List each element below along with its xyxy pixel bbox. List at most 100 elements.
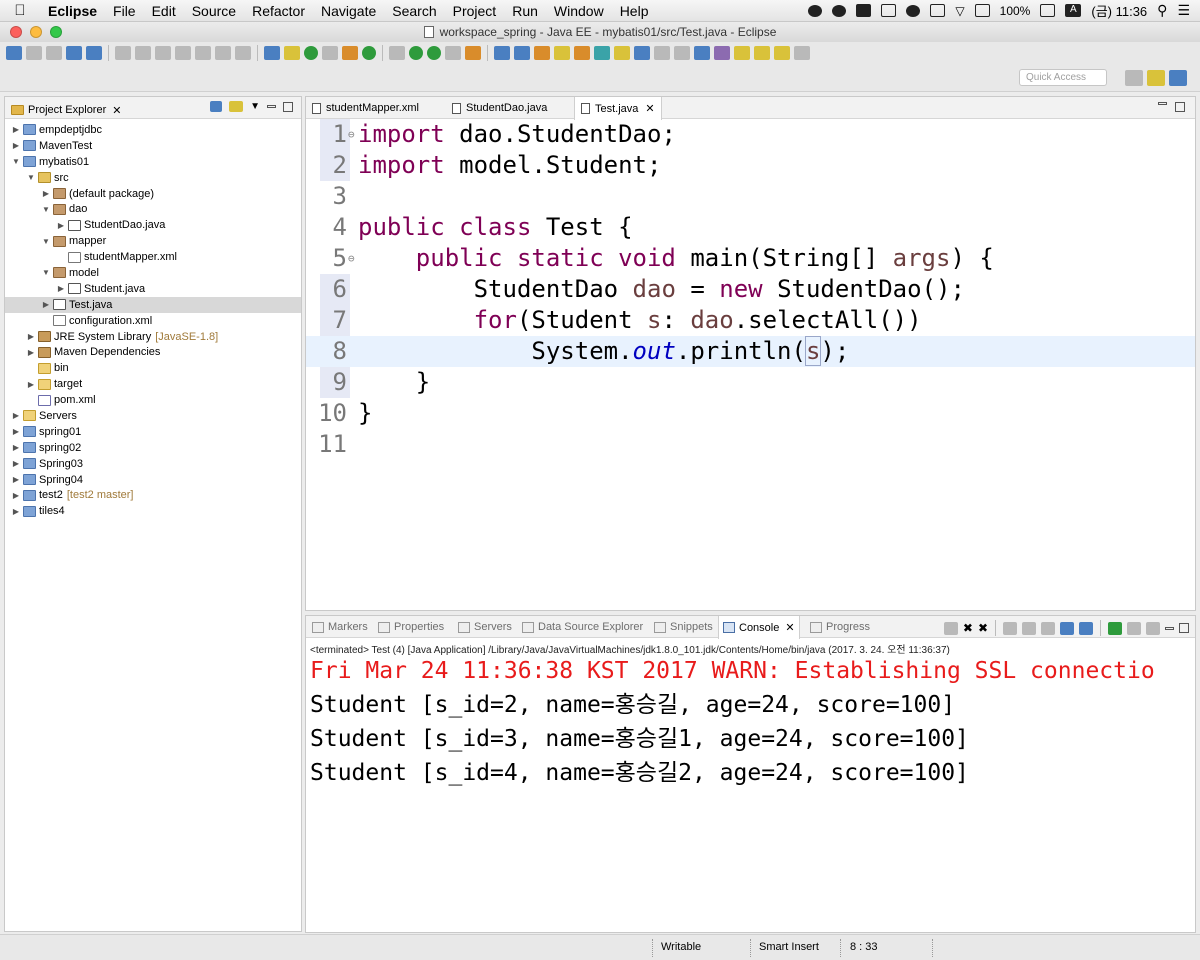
tree-item[interactable]: ▶ spring02	[5, 440, 301, 456]
tree-item[interactable]: studentMapper.xml	[5, 249, 301, 265]
battery-icon[interactable]	[1040, 4, 1056, 17]
tree-item[interactable]: ▶ Spring03	[5, 456, 301, 472]
collapsed-arrow-icon[interactable]: ▶	[11, 125, 21, 134]
tree-item[interactable]: ▶ Test.java	[5, 296, 301, 313]
tasks-icon[interactable]	[714, 46, 730, 60]
d-icon[interactable]	[881, 4, 897, 17]
tree-item[interactable]: ▼ dao	[5, 201, 301, 217]
java-ee-perspective-icon[interactable]	[1147, 70, 1165, 86]
tree-item[interactable]: ▶ Spring04	[5, 472, 301, 488]
collapsed-arrow-icon[interactable]: ▶	[56, 221, 66, 230]
tab-studentmapper-xml[interactable]: studentMapper.xml	[306, 97, 425, 119]
collapsed-arrow-icon[interactable]: ▶	[11, 507, 21, 516]
clear-console-icon[interactable]	[1003, 621, 1017, 635]
tree-item[interactable]: pom.xml	[5, 392, 301, 408]
tree-item[interactable]: ▶ spring01	[5, 424, 301, 440]
minimize-console-icon[interactable]	[1165, 626, 1174, 630]
skip-breakpoints-icon[interactable]	[86, 46, 102, 60]
cloud-icon[interactable]	[906, 4, 921, 17]
tree-item[interactable]: ▶ tiles4	[5, 503, 301, 519]
code-area[interactable]: 1 ⊖ import dao.StudentDao; 2 import model…	[306, 119, 1195, 610]
menu-refactor[interactable]: Refactor	[244, 3, 313, 19]
new-java-project-icon[interactable]	[494, 46, 510, 60]
step-over-icon[interactable]	[215, 46, 231, 60]
menu-window[interactable]: Window	[546, 3, 612, 19]
menu-edit[interactable]: Edit	[144, 3, 184, 19]
window-icon[interactable]	[930, 4, 946, 17]
menu-file[interactable]: File	[105, 3, 144, 19]
collapse-all-icon[interactable]	[210, 101, 223, 112]
suspend-icon[interactable]	[135, 46, 151, 60]
java-perspective-icon[interactable]	[1169, 70, 1187, 86]
open-console-icon[interactable]	[1146, 621, 1160, 635]
server-start-icon[interactable]	[304, 46, 318, 60]
open-folder-icon[interactable]	[534, 46, 550, 60]
chat-icon[interactable]	[832, 4, 847, 17]
build-icon[interactable]	[342, 46, 358, 60]
collapsed-arrow-icon[interactable]: ▶	[26, 348, 36, 357]
airplay-icon[interactable]	[974, 4, 990, 17]
apple-menu-icon[interactable]: 	[0, 2, 40, 19]
run-external-icon[interactable]	[465, 46, 481, 60]
expanded-arrow-icon[interactable]: ▼	[41, 205, 51, 214]
tree-item[interactable]: ▶ Servers	[5, 408, 301, 424]
pin-icon[interactable]	[594, 46, 610, 60]
tab-progress[interactable]: Progress	[806, 616, 874, 638]
forward-icon[interactable]	[794, 46, 810, 60]
tree-item[interactable]: ▼ model	[5, 265, 301, 281]
tree-item[interactable]: ▼ mybatis01	[5, 154, 301, 170]
tab-snippets[interactable]: Snippets	[650, 616, 717, 638]
new-icon[interactable]	[6, 46, 22, 60]
block-selection-icon[interactable]	[634, 46, 650, 60]
input-source-icon[interactable]: A	[1065, 4, 1082, 17]
spotlight-icon[interactable]: ⚲	[1157, 2, 1167, 19]
external-tools-icon[interactable]	[389, 46, 405, 60]
tree-item[interactable]: ▶ target	[5, 376, 301, 392]
minimize-window-button[interactable]	[30, 26, 42, 38]
show-whitespace-icon[interactable]	[654, 46, 670, 60]
collapsed-arrow-icon[interactable]: ▶	[11, 459, 21, 468]
close-tab-icon[interactable]: ✕	[645, 102, 654, 115]
debug-view-icon[interactable]	[66, 46, 82, 60]
pin-console-icon[interactable]	[1108, 621, 1122, 635]
menu-bar-clock[interactable]: (금) 11:36	[1091, 1, 1147, 20]
tree-item[interactable]: ▶ MavenTest	[5, 138, 301, 154]
show-stdout-icon[interactable]	[1060, 621, 1074, 635]
tab-properties[interactable]: Properties	[374, 616, 448, 638]
terminate-icon[interactable]	[155, 46, 171, 60]
collapsed-arrow-icon[interactable]: ▶	[11, 491, 21, 500]
fold-icon[interactable]: ⊖	[348, 243, 355, 274]
menu-navigate[interactable]: Navigate	[313, 3, 384, 19]
tab-studentdao-java[interactable]: StudentDao.java	[446, 97, 553, 119]
collapsed-arrow-icon[interactable]: ▶	[11, 141, 21, 150]
open-perspective-icon[interactable]	[1125, 70, 1143, 86]
expanded-arrow-icon[interactable]: ▼	[11, 157, 21, 166]
collapsed-arrow-icon[interactable]: ▶	[11, 475, 21, 484]
new-package-icon[interactable]	[514, 46, 530, 60]
minimize-editor-icon[interactable]	[1158, 102, 1167, 105]
collapsed-arrow-icon[interactable]: ▶	[56, 284, 66, 293]
tree-item[interactable]: ▶ Maven Dependencies	[5, 344, 301, 360]
remove-all-launches-icon[interactable]: ✖	[978, 621, 988, 635]
paragraph-icon[interactable]	[674, 46, 690, 60]
collapsed-arrow-icon[interactable]: ▶	[41, 300, 51, 309]
menu-run[interactable]: Run	[504, 3, 546, 19]
maximize-view-icon[interactable]	[283, 101, 293, 112]
previous-annotation-icon[interactable]	[754, 46, 770, 60]
status-app-icon[interactable]	[808, 4, 823, 17]
save-all-icon[interactable]	[46, 46, 62, 60]
link-with-editor-icon[interactable]	[229, 101, 244, 112]
tree-item[interactable]: ▶ test2 [test2 master]	[5, 487, 301, 503]
scroll-lock-icon[interactable]	[1022, 621, 1036, 635]
quick-access-input[interactable]: Quick Access	[1019, 69, 1107, 86]
toggle-block-icon[interactable]	[322, 46, 338, 60]
tree-item[interactable]: ▶ (default package)	[5, 186, 301, 202]
collapsed-arrow-icon[interactable]: ▶	[11, 427, 21, 436]
expanded-arrow-icon[interactable]: ▼	[41, 268, 51, 277]
collapsed-arrow-icon[interactable]: ▶	[11, 443, 21, 452]
back-icon[interactable]	[774, 46, 790, 60]
debug-icon[interactable]	[427, 46, 441, 60]
step-return-icon[interactable]	[235, 46, 251, 60]
maximize-console-icon[interactable]	[1179, 623, 1189, 633]
tree-item[interactable]: configuration.xml	[5, 313, 301, 329]
